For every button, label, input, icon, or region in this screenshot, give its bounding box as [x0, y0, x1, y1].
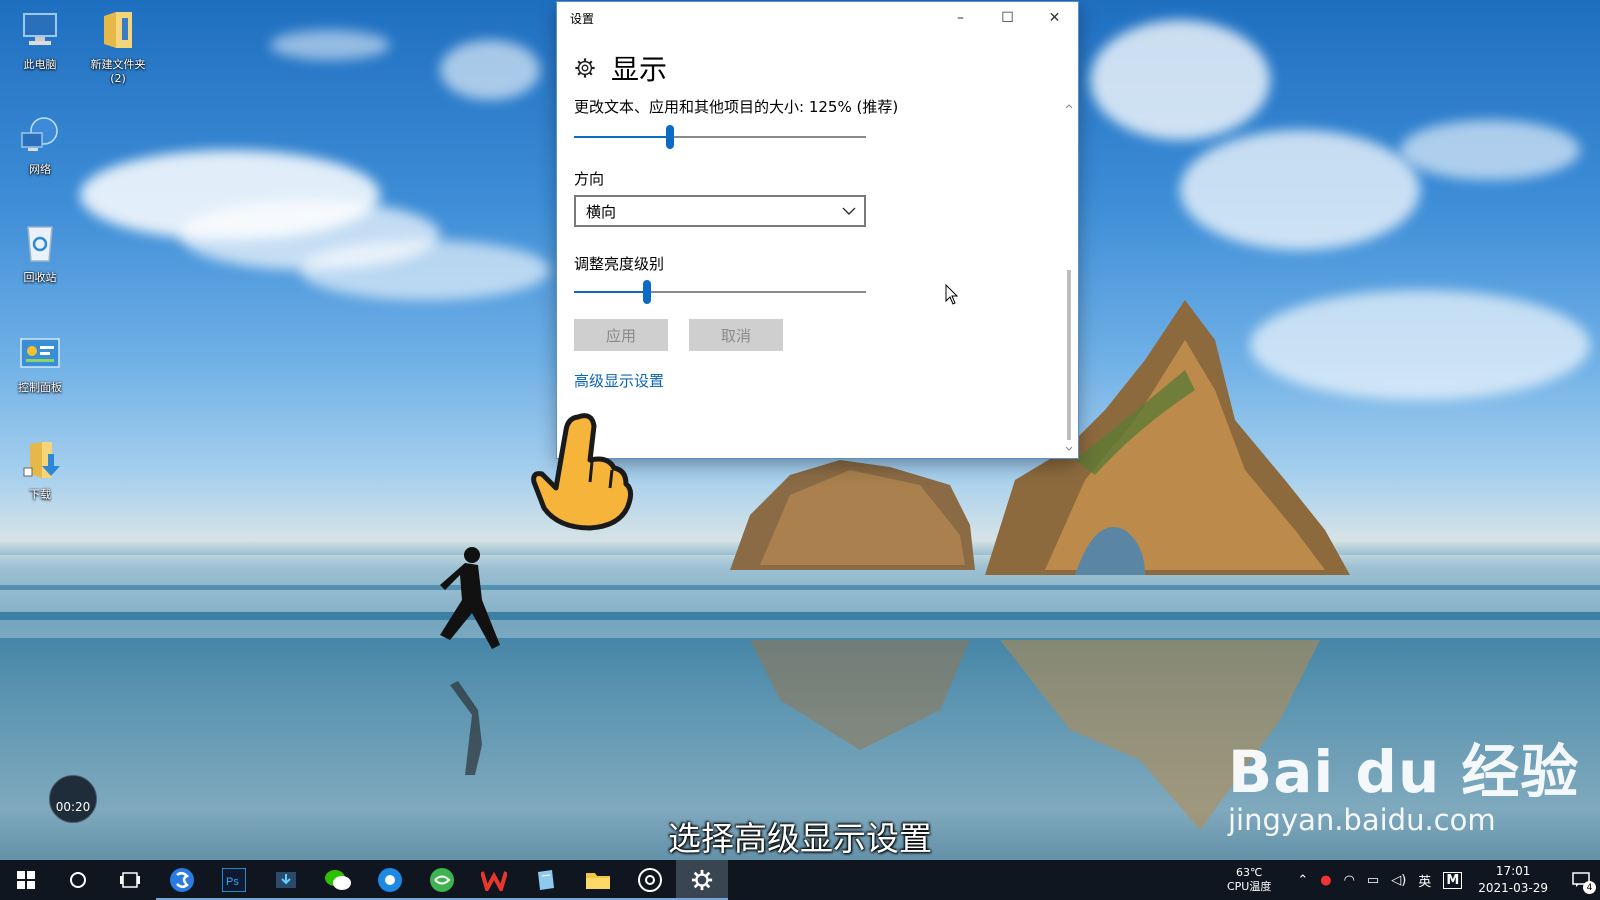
svg-text:Ps: Ps — [226, 876, 239, 888]
brightness-slider-thumb[interactable] — [643, 280, 651, 304]
ime-indicator[interactable]: 英 — [1418, 871, 1431, 890]
wifi-icon[interactable]: ◠ — [1344, 873, 1355, 888]
scale-slider[interactable] — [574, 125, 866, 149]
page-header: 显示 — [574, 46, 1054, 90]
watermark-brand: Bai du 经验 — [1228, 738, 1580, 806]
orientation-label: 方向 — [574, 170, 605, 188]
advanced-display-settings-link[interactable]: 高级显示设置 — [574, 370, 1054, 391]
desktop-icon-control-panel[interactable]: 控制面板 — [0, 333, 80, 395]
recycle-bin-icon — [27, 226, 53, 262]
taskbar-app-file-explorer[interactable] — [572, 860, 624, 900]
360-icon — [430, 868, 454, 892]
scrollbar-track — [1065, 104, 1073, 451]
photoshop-icon: Ps — [222, 868, 246, 892]
system-tray: 63℃ CPU温度 ⌃ ● ◠ ▭ ◁) 英 M 17:01 2021-03-2… — [1227, 860, 1600, 900]
settings-icon — [691, 869, 713, 891]
input-method-icon[interactable]: M — [1443, 871, 1463, 889]
taskbar: Ps 63℃ CPU温度 ⌃ ● ◠ ▭ ◁) 英 M 17:01 2021-0… — [0, 860, 1600, 900]
desktop-icon-sublabel: (2) — [110, 72, 126, 85]
pointing-hand-icon — [531, 413, 634, 531]
gear-icon — [575, 58, 595, 78]
taskbar-app-wechat[interactable] — [312, 860, 364, 900]
file-explorer-icon — [586, 873, 610, 889]
chevron-down-icon — [842, 207, 856, 215]
orientation-dropdown[interactable]: 横向 — [574, 195, 866, 227]
cpu-temp-label: CPU温度 — [1226, 880, 1272, 893]
rock-left-reflection — [750, 640, 970, 750]
desktop-icon-label: 控制面板 — [18, 381, 62, 394]
notepad-icon — [538, 870, 554, 890]
control-panel-icon — [20, 338, 60, 368]
task-view-icon — [120, 872, 140, 888]
desktop-icon-new-folder[interactable]: 新建文件夹 (2) — [78, 10, 158, 85]
computer-icon — [23, 13, 57, 45]
clock-date: 2021-03-29 — [1478, 881, 1548, 895]
download-folder-icon — [23, 442, 60, 478]
store-download-icon — [276, 872, 296, 888]
folder-icon — [104, 12, 132, 48]
music-icon — [638, 868, 662, 892]
window-titlebar[interactable]: 设置 – ☐ ✕ — [557, 2, 1078, 34]
taskbar-app-store[interactable] — [260, 860, 312, 900]
settings-window: 设置 – ☐ ✕ 显示 更改文本、应用和其他项目的大小: 125% (推荐) 方… — [557, 2, 1078, 458]
close-button[interactable]: ✕ — [1031, 2, 1078, 34]
security-tray-icon[interactable]: ● — [1320, 873, 1331, 888]
desktop-icon-downloads[interactable]: 下载 — [0, 440, 80, 502]
rock-left — [730, 460, 975, 570]
sogou-icon — [170, 868, 194, 892]
taskbar-app-browser[interactable] — [364, 860, 416, 900]
scale-slider-thumb[interactable] — [666, 125, 674, 149]
chevron-up-icon[interactable]: ⌃ — [1297, 873, 1308, 888]
search-button[interactable] — [52, 860, 104, 900]
desktop-icon-computer[interactable]: 此电脑 — [0, 10, 80, 72]
taskbar-app-photoshop[interactable]: Ps — [208, 860, 260, 900]
desktop-icon-label: 网络 — [29, 163, 51, 176]
taskbar-app-360[interactable] — [416, 860, 468, 900]
cpu-temperature[interactable]: 63℃ CPU温度 — [1227, 866, 1271, 894]
taskbar-app-notepad[interactable] — [520, 860, 572, 900]
scale-label: 更改文本、应用和其他项目的大小: 125% (推荐) — [574, 98, 899, 116]
settings-content: 显示 更改文本、应用和其他项目的大小: 125% (推荐) 方向 横向 调整亮度… — [574, 34, 1054, 391]
scrollbar[interactable] — [1064, 102, 1074, 454]
desktop-icon-label: 回收站 — [23, 271, 57, 284]
maximize-button[interactable]: ☐ — [984, 2, 1031, 34]
desktop-icon-recycle-bin[interactable]: 回收站 — [0, 223, 80, 285]
desktop-icon-label: 新建文件夹 — [90, 58, 146, 71]
battery-icon[interactable]: ▭ — [1367, 873, 1379, 888]
search-icon — [70, 872, 86, 888]
action-center-button[interactable]: 4 — [1562, 860, 1600, 900]
window-title: 设置 — [570, 11, 595, 26]
brightness-slider[interactable] — [574, 280, 866, 304]
desktop-icon-label: 此电脑 — [23, 58, 57, 71]
desktop-icon-label: 下载 — [29, 488, 51, 501]
start-icon — [17, 871, 35, 889]
network-icon — [21, 117, 58, 151]
clock-time: 17:01 — [1495, 864, 1531, 878]
taskbar-app-sogou[interactable] — [156, 860, 208, 900]
baidu-watermark: Bai du 经验 jingyan.baidu.com — [1228, 725, 1579, 837]
taskbar-app-wps[interactable] — [468, 860, 520, 900]
page-title: 显示 — [611, 53, 668, 86]
orientation-value: 横向 — [586, 202, 617, 221]
wps-icon — [481, 871, 507, 891]
task-view-button[interactable] — [104, 860, 156, 900]
desktop-icon-network[interactable]: 网络 — [0, 115, 80, 177]
brightness-label: 调整亮度级别 — [574, 255, 665, 273]
apply-button[interactable]: 应用 — [574, 319, 668, 351]
wechat-icon — [325, 870, 351, 890]
cancel-button[interactable]: 取消 — [689, 319, 783, 351]
browser-icon — [378, 868, 402, 892]
mouse-cursor-icon — [945, 284, 959, 305]
taskbar-app-settings[interactable] — [676, 860, 728, 900]
cpu-temp-value: 63℃ — [1235, 866, 1263, 879]
clock[interactable]: 17:01 2021-03-29 — [1478, 863, 1548, 897]
runner-silhouette — [440, 547, 500, 775]
start-button[interactable] — [0, 860, 52, 900]
notification-count-badge: 4 — [1583, 881, 1596, 894]
taskbar-app-music[interactable] — [624, 860, 676, 900]
minimize-button[interactable]: – — [937, 2, 984, 34]
volume-icon[interactable]: ◁) — [1391, 873, 1406, 888]
